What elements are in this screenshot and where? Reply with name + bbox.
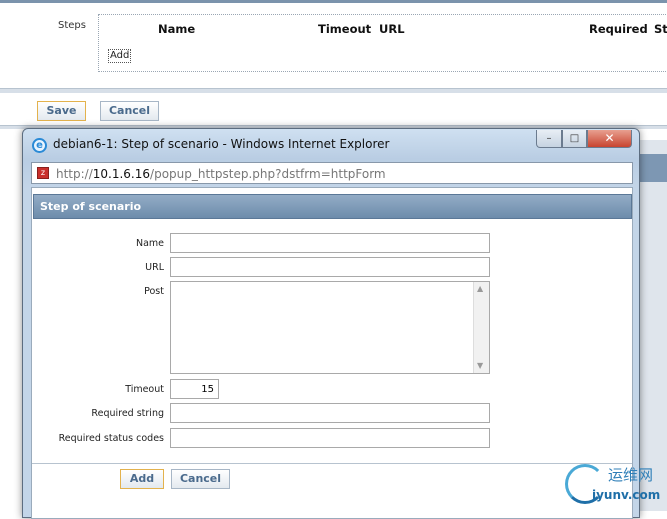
column-header-status: St <box>654 22 667 36</box>
add-button[interactable]: Add <box>120 469 164 489</box>
required-string-input[interactable] <box>170 403 490 423</box>
required-status-codes-input[interactable] <box>170 428 490 448</box>
save-button[interactable]: Save <box>37 101 86 121</box>
column-header-timeout: Timeout <box>318 22 372 36</box>
address-host: 10.1.6.16 <box>92 167 151 181</box>
timeout-label: Timeout <box>125 384 164 395</box>
column-header-name: Name <box>158 22 196 36</box>
watermark-url: iyunv.com <box>592 488 661 502</box>
address-text: http://10.1.6.16/popup_httpstep.php?dstf… <box>56 167 386 181</box>
popup-content: Step of scenario Name URL Post ▲ ▼ Timeo… <box>31 187 633 519</box>
separator <box>0 88 667 93</box>
url-input[interactable] <box>170 257 490 277</box>
scroll-up-icon[interactable]: ▲ <box>477 284 483 293</box>
scroll-down-icon[interactable]: ▼ <box>477 361 483 370</box>
steps-label: Steps <box>58 20 86 31</box>
timeout-input[interactable] <box>170 379 219 399</box>
close-button[interactable]: ✕ <box>587 130 632 148</box>
page-top-bar <box>0 0 667 3</box>
add-step-link[interactable]: Add <box>108 49 132 63</box>
footer-divider <box>32 463 632 464</box>
address-prefix: http:// <box>56 167 93 181</box>
url-label: URL <box>145 262 164 273</box>
address-bar[interactable]: z http://10.1.6.16/popup_httpstep.php?ds… <box>31 162 633 184</box>
background-strip <box>640 140 667 511</box>
cancel-button[interactable]: Cancel <box>100 101 159 121</box>
section-header: Step of scenario <box>33 194 632 219</box>
maximize-button[interactable]: □ <box>562 130 587 148</box>
steps-table: Name Timeout URL Required St Add <box>98 14 667 72</box>
window-title: debian6-1: Step of scenario - Windows In… <box>53 137 390 151</box>
internet-explorer-icon: e <box>32 138 47 153</box>
watermark: 运维网 iyunv.com <box>562 462 667 507</box>
popup-cancel-button[interactable]: Cancel <box>171 469 230 489</box>
page-icon: z <box>37 167 49 179</box>
required-string-label: Required string <box>91 408 164 419</box>
popup-window: e debian6-1: Step of scenario - Windows … <box>22 128 640 519</box>
background-band <box>640 154 667 182</box>
name-label: Name <box>135 238 164 249</box>
minimize-button[interactable]: – <box>536 130 562 148</box>
post-scrollbar[interactable]: ▲ ▼ <box>473 282 489 373</box>
name-input[interactable] <box>170 233 490 253</box>
column-header-required: Required <box>589 22 648 36</box>
post-textarea[interactable] <box>170 281 490 374</box>
column-header-url: URL <box>379 22 405 36</box>
address-path: /popup_httpstep.php?dstfrm=httpForm <box>150 167 386 181</box>
required-status-codes-label: Required status codes <box>58 433 164 444</box>
post-label: Post <box>144 286 164 297</box>
watermark-cn: 运维网 <box>608 466 654 484</box>
